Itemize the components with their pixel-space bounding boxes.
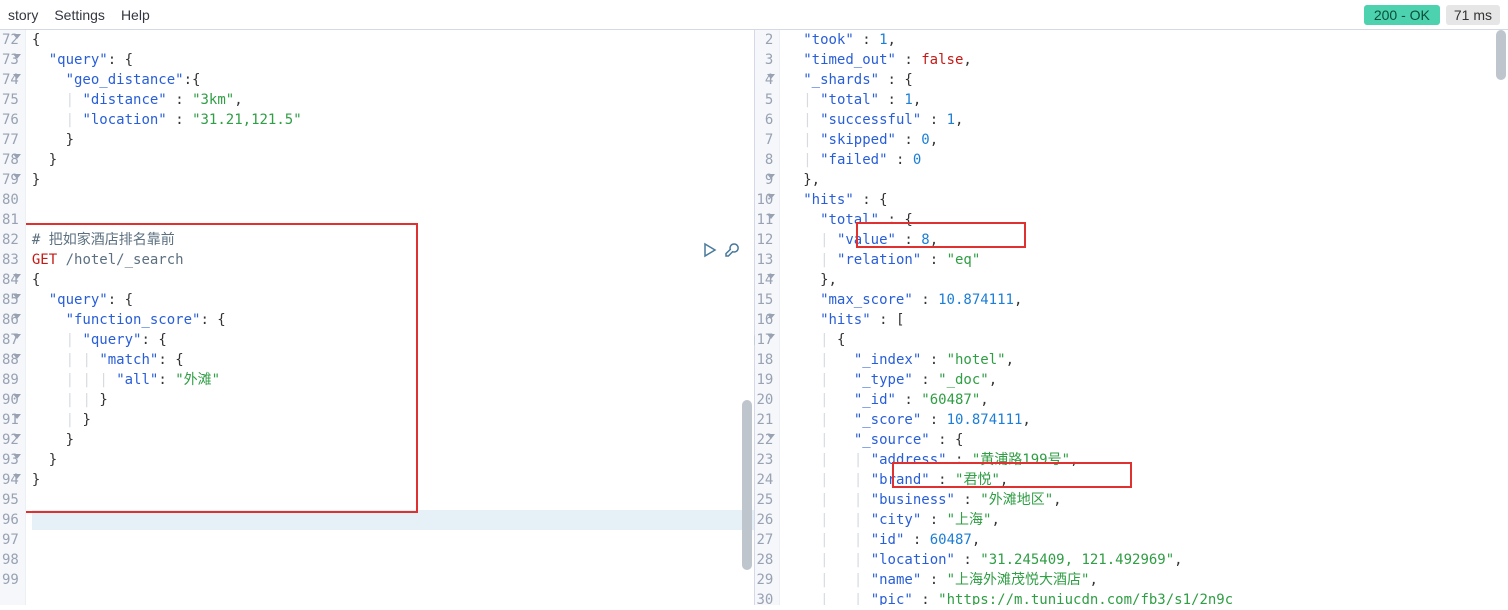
- run-actions[interactable]: [702, 242, 740, 264]
- time-badge: 71 ms: [1446, 5, 1500, 25]
- right-gutter: 2345678910111213141516171819202122232425…: [755, 30, 781, 605]
- scrollbar-left[interactable]: [740, 30, 754, 605]
- left-gutter: 7273747576777879808182838485868788899091…: [0, 30, 26, 605]
- request-code[interactable]: { "query": { "geo_distance":{ | "distanc…: [26, 30, 754, 605]
- response-code: "took" : 1, "timed_out" : false, "_shard…: [780, 30, 1508, 605]
- status-badge: 200 - OK: [1364, 5, 1440, 25]
- scrollbar-right[interactable]: [1494, 30, 1508, 605]
- menu-settings[interactable]: Settings: [54, 7, 105, 23]
- response-viewer[interactable]: 2345678910111213141516171819202122232425…: [755, 30, 1508, 605]
- top-menu-bar: story Settings Help 200 - OK 71 ms: [0, 0, 1508, 30]
- menu-help[interactable]: Help: [121, 7, 150, 23]
- play-icon[interactable]: [702, 242, 718, 264]
- wrench-icon[interactable]: [724, 242, 740, 264]
- menu-history[interactable]: story: [8, 7, 38, 23]
- request-editor[interactable]: 7273747576777879808182838485868788899091…: [0, 30, 754, 605]
